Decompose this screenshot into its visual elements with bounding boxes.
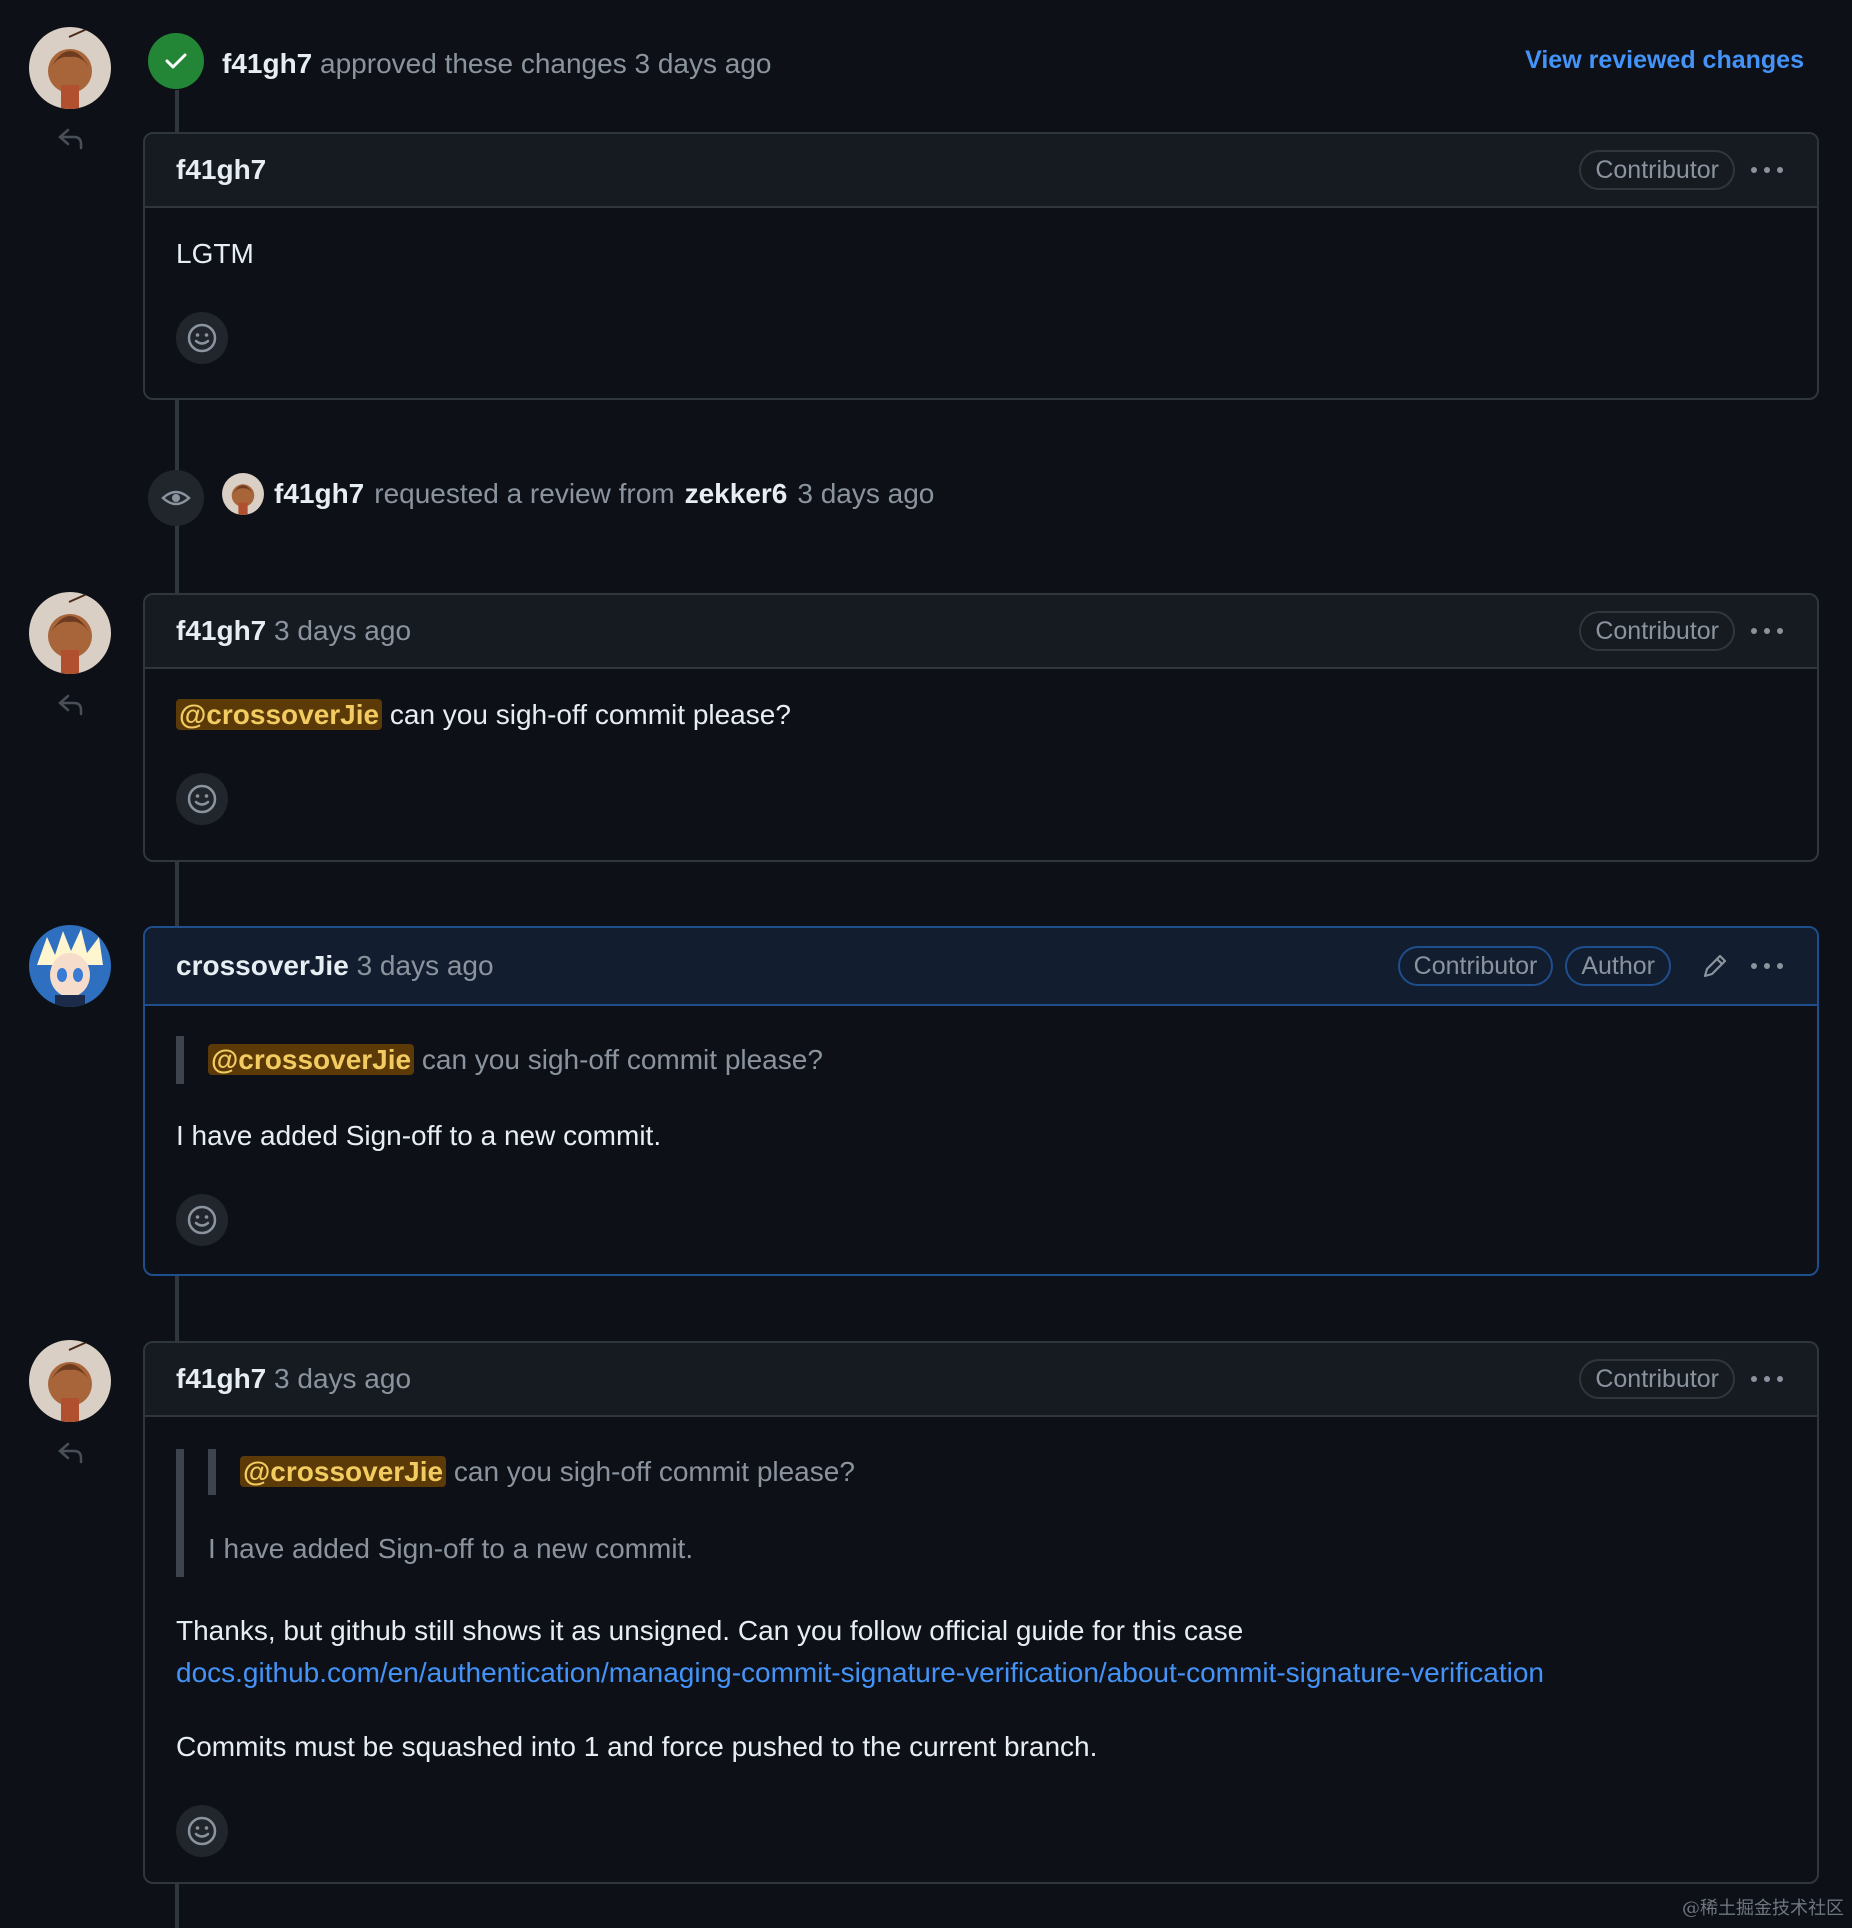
comment-time[interactable]: 3 days ago	[357, 950, 494, 981]
watermark: @稀土掘金技术社区	[1682, 1898, 1844, 1919]
quoted-text: I have added Sign-off to a new commit.	[208, 1533, 694, 1564]
review-comment-card: f41gh7 Contributor LGTM	[143, 132, 1819, 400]
kebab-horizontal-icon[interactable]	[1747, 611, 1787, 651]
smiley-icon[interactable]	[176, 1805, 228, 1857]
author-comment-card: crossoverJie 3 days ago Contributor Auth…	[143, 926, 1819, 1276]
request-action: requested a review from	[374, 478, 675, 509]
smiley-icon[interactable]	[176, 773, 228, 825]
comment-author[interactable]: f41gh7	[176, 1363, 266, 1394]
view-reviewed-changes-link[interactable]: View reviewed changes	[1525, 46, 1804, 75]
review-time[interactable]: 3 days ago	[635, 48, 772, 79]
avatar[interactable]	[29, 27, 111, 109]
user-mention[interactable]: @crossoverJie	[176, 699, 383, 730]
user-mention[interactable]: @crossoverJie	[240, 1456, 447, 1487]
review-user[interactable]: f41gh7	[222, 48, 312, 79]
reply-icon[interactable]	[54, 1436, 86, 1468]
avatar[interactable]	[222, 473, 264, 515]
comment-header: f41gh7 3 days ago Contributor	[145, 595, 1817, 669]
eye-icon	[148, 470, 204, 526]
review-request-event: f41gh7 requested a review from zekker6 3…	[222, 470, 934, 518]
doc-link[interactable]: docs.github.com/en/authentication/managi…	[176, 1653, 1544, 1693]
reply-icon[interactable]	[54, 688, 86, 720]
comment-body-note: Commits must be squashed into 1 and forc…	[176, 1731, 1098, 1762]
author-badge: Author	[1565, 946, 1671, 986]
review-event: f41gh7 approved these changes 3 days ago	[222, 44, 772, 84]
quoted-reply: @crossoverJie can you sigh-off commit pl…	[176, 1036, 823, 1084]
quoted-reply: @crossoverJie can you sigh-off commit pl…	[176, 1449, 855, 1577]
pencil-icon[interactable]	[1695, 946, 1735, 986]
contributor-badge: Contributor	[1579, 611, 1735, 651]
contributor-badge: Contributor	[1397, 946, 1554, 986]
comment-body: I have added Sign-off to a new commit.	[176, 1120, 662, 1151]
reply-icon[interactable]	[54, 122, 86, 154]
request-time[interactable]: 3 days ago	[797, 470, 934, 518]
comment-time[interactable]: 3 days ago	[274, 615, 411, 646]
approved-status	[148, 33, 204, 89]
comment-author[interactable]: crossoverJie	[176, 950, 349, 981]
avatar[interactable]	[29, 592, 111, 674]
review-action: approved these changes	[320, 48, 627, 79]
comment-body: Thanks, but github still shows it as uns…	[176, 1615, 1244, 1646]
comment-body: @crossoverJie can you sigh-off commit pl…	[176, 695, 791, 735]
contributor-badge: Contributor	[1579, 1359, 1735, 1399]
comment-header: f41gh7 Contributor	[145, 134, 1817, 208]
smiley-icon[interactable]	[176, 312, 228, 364]
comment-card: f41gh7 3 days ago Contributor @crossover…	[143, 1341, 1819, 1884]
comment-body: LGTM	[176, 238, 254, 269]
avatar[interactable]	[29, 925, 111, 1007]
kebab-horizontal-icon[interactable]	[1747, 1359, 1787, 1399]
comment-card: f41gh7 3 days ago Contributor @crossover…	[143, 593, 1819, 862]
request-target[interactable]: zekker6	[685, 470, 788, 518]
nested-quote: @crossoverJie can you sigh-off commit pl…	[208, 1449, 855, 1495]
check-icon	[165, 53, 187, 69]
smiley-icon[interactable]	[176, 1194, 228, 1246]
comment-author[interactable]: f41gh7	[176, 615, 266, 646]
comment-author[interactable]: f41gh7	[176, 154, 266, 185]
kebab-horizontal-icon[interactable]	[1747, 150, 1787, 190]
request-user[interactable]: f41gh7	[274, 470, 364, 518]
contributor-badge: Contributor	[1579, 150, 1735, 190]
avatar[interactable]	[29, 1340, 111, 1422]
comment-header: f41gh7 3 days ago Contributor	[145, 1343, 1817, 1417]
user-mention[interactable]: @crossoverJie	[208, 1044, 415, 1075]
kebab-horizontal-icon[interactable]	[1747, 946, 1787, 986]
comment-time[interactable]: 3 days ago	[274, 1363, 411, 1394]
comment-header: crossoverJie 3 days ago Contributor Auth…	[145, 928, 1817, 1006]
